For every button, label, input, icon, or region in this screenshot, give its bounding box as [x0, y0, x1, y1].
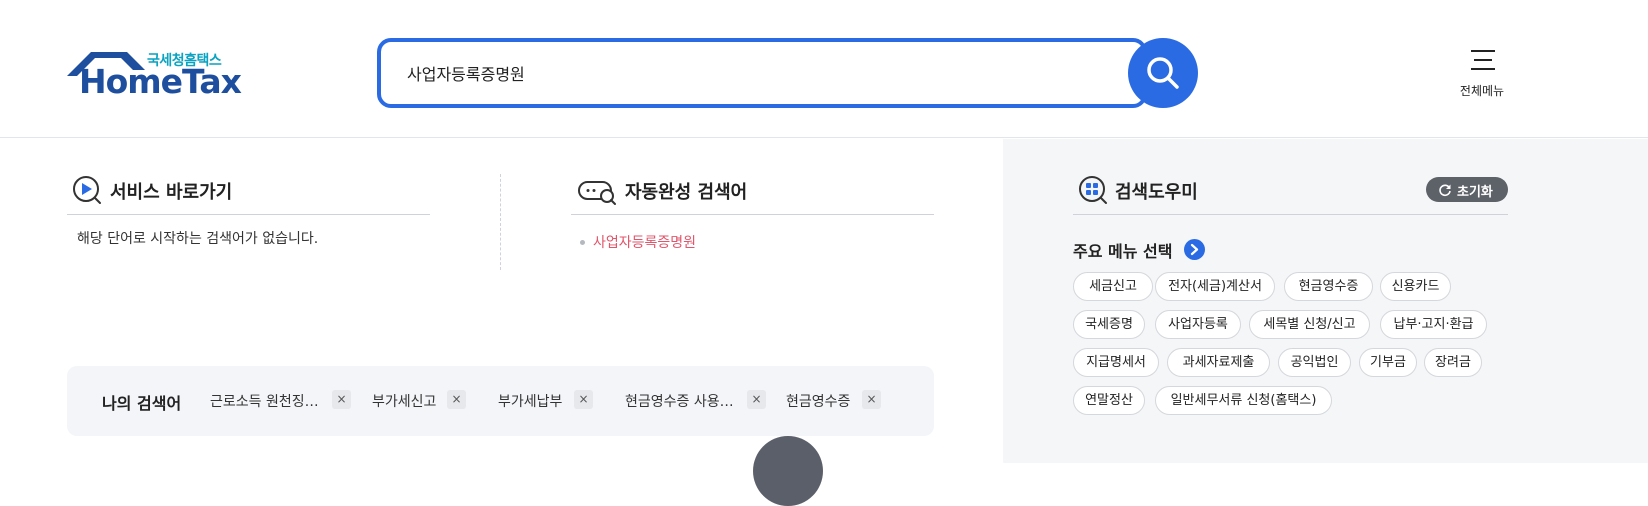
- divider: [1073, 214, 1508, 215]
- menu-chip[interactable]: 지급명세서: [1073, 348, 1159, 377]
- remove-search-button[interactable]: ×: [862, 390, 881, 409]
- hometax-logo[interactable]: 국세청홈택스 HomeTax: [67, 46, 242, 102]
- menu-chip[interactable]: 세금신고: [1073, 272, 1153, 301]
- vertical-divider: [500, 174, 501, 270]
- service-empty-message: 해당 단어로 시작하는 검색어가 없습니다.: [77, 231, 319, 247]
- menu-chip[interactable]: 현금영수증: [1284, 272, 1373, 301]
- refresh-icon: [1439, 184, 1451, 197]
- menu-chip[interactable]: 세목별 신청/신고: [1249, 310, 1370, 339]
- my-search-item[interactable]: 현금영수증 사용…: [625, 391, 734, 411]
- logo-title: HomeTax: [79, 62, 242, 101]
- menu-chip[interactable]: 과세자료제출: [1167, 348, 1270, 377]
- my-search-item[interactable]: 부가세신고: [372, 391, 436, 411]
- autocomplete-item[interactable]: 사업자등록증명원: [593, 232, 696, 252]
- reset-button[interactable]: 초기화: [1426, 177, 1508, 202]
- all-menu-label: 전체메뉴: [1459, 84, 1505, 98]
- menu-chip[interactable]: 국세증명: [1073, 310, 1145, 339]
- floating-button[interactable]: [753, 436, 823, 506]
- hamburger-icon: [1471, 50, 1495, 70]
- menu-chip[interactable]: 신용카드: [1380, 272, 1451, 301]
- menu-chip[interactable]: 전자(세금)계산서: [1155, 272, 1275, 301]
- search-icon: [1147, 57, 1179, 89]
- menu-chip[interactable]: 장려금: [1424, 348, 1482, 377]
- remove-search-button[interactable]: ×: [747, 390, 766, 409]
- my-searches-title: 나의 검색어: [102, 394, 182, 413]
- search-box: [377, 38, 1147, 108]
- grid-search-icon: [1079, 176, 1107, 204]
- remove-search-button[interactable]: ×: [447, 390, 466, 409]
- divider: [67, 214, 430, 215]
- my-searches-bar: 나의 검색어 근로소득 원천징… × 부가세신고 × 부가세납부 × 현금영수증…: [67, 366, 934, 436]
- chevron-right-icon[interactable]: [1184, 239, 1205, 260]
- header: 국세청홈택스 HomeTax 전체메뉴: [0, 0, 1648, 138]
- reset-label: 초기화: [1457, 185, 1493, 200]
- menu-chip[interactable]: 사업자등록: [1155, 310, 1241, 339]
- search-button[interactable]: [1128, 38, 1198, 108]
- all-menu-button[interactable]: 전체메뉴: [1452, 46, 1512, 102]
- search-input[interactable]: [407, 42, 1087, 104]
- play-circle-icon: [73, 176, 101, 204]
- service-shortcut-title: 서비스 바로가기: [110, 182, 233, 203]
- my-search-item[interactable]: 현금영수증: [786, 391, 850, 411]
- search-helper-title: 검색도우미: [1115, 182, 1198, 203]
- main-menu-title: 주요 메뉴 선택: [1073, 242, 1173, 261]
- remove-search-button[interactable]: ×: [574, 390, 593, 409]
- menu-chip[interactable]: 연말정산: [1073, 386, 1145, 415]
- bullet-icon: [580, 240, 585, 245]
- remove-search-button[interactable]: ×: [332, 390, 351, 409]
- my-search-item[interactable]: 부가세납부: [498, 391, 562, 411]
- autocomplete-title: 자동완성 검색어: [625, 182, 748, 203]
- menu-chip[interactable]: 기부금: [1359, 348, 1417, 377]
- keyboard-search-icon: [578, 181, 616, 205]
- menu-chip[interactable]: 공익법인: [1278, 348, 1351, 377]
- menu-chip[interactable]: 일반세무서류 신청(홈택스): [1155, 386, 1332, 415]
- my-search-item[interactable]: 근로소득 원천징…: [210, 391, 319, 411]
- divider: [571, 214, 934, 215]
- menu-chip[interactable]: 납부·고지·환급: [1380, 310, 1487, 339]
